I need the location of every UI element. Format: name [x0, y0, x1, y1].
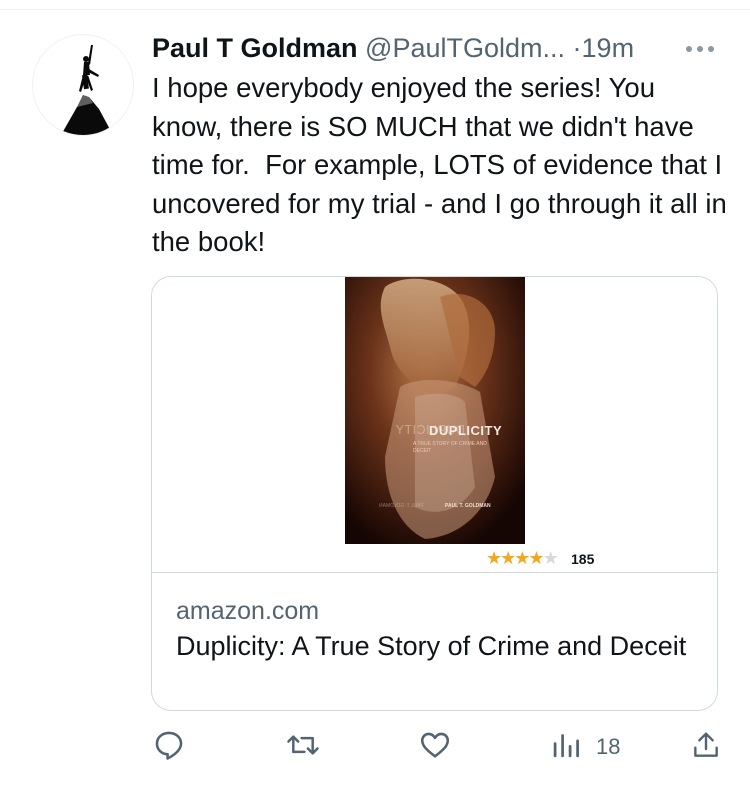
- card-divider: [152, 572, 717, 573]
- mountain-silhouette-avatar-icon: [61, 45, 113, 135]
- rating-count: 185: [571, 551, 595, 567]
- avatar[interactable]: [32, 34, 134, 136]
- star-empty-icon: ★: [542, 548, 559, 568]
- share-icon: [694, 732, 718, 757]
- views-button[interactable]: 18: [551, 728, 631, 764]
- tweet-timestamp[interactable]: 19m: [582, 33, 635, 63]
- views-count: 18: [596, 734, 621, 759]
- star-filled-icon: ★: [500, 548, 516, 568]
- share-button[interactable]: [690, 728, 724, 764]
- book-cover-art: [345, 277, 525, 544]
- retweet-button[interactable]: [285, 728, 323, 764]
- reply-icon: [155, 731, 183, 760]
- cover-title: DUPLICITY: [429, 423, 503, 438]
- cover-author-mirrored: PAUL T. GOLDMAN: [379, 503, 424, 509]
- like-icon: [420, 732, 450, 758]
- cover-subtitle: A TRUE STORY OF CRIME AND DECEIT: [413, 441, 487, 454]
- header-separator: ·: [572, 33, 582, 63]
- author-handle[interactable]: @PaulTGoldm...: [365, 33, 565, 63]
- cover-author: PAUL T. GOLDMAN: [445, 503, 491, 509]
- views-icon: [553, 734, 579, 758]
- card-domain: amazon.com: [176, 597, 320, 625]
- tweet-text: I hope everybody enjoyed the series! You…: [152, 72, 735, 257]
- tweet-header: Paul T Goldman @PaulTGoldm... ·19m: [152, 30, 722, 66]
- star-filled-icon: ★: [486, 548, 502, 568]
- star-filled-icon: ★: [528, 548, 544, 568]
- rating-stars: ★★★★★: [486, 548, 559, 568]
- link-card[interactable]: DUPLICITY DUPLICITY A TRUE STORY OF CRIM…: [151, 276, 718, 711]
- card-title[interactable]: Duplicity: A True Story of Crime and Dec…: [176, 629, 696, 664]
- star-filled-icon: ★: [514, 548, 530, 568]
- author-name[interactable]: Paul T Goldman: [152, 33, 358, 63]
- book-cover-image: DUPLICITY DUPLICITY A TRUE STORY OF CRIM…: [345, 277, 525, 544]
- retweet-icon: [287, 735, 319, 755]
- tweet-actions: 18: [0, 728, 750, 768]
- card-media[interactable]: DUPLICITY DUPLICITY A TRUE STORY OF CRIM…: [152, 277, 717, 572]
- more-options-icon[interactable]: [682, 42, 718, 56]
- reply-button[interactable]: [152, 728, 188, 764]
- top-divider: [0, 9, 750, 10]
- like-button[interactable]: [418, 728, 454, 764]
